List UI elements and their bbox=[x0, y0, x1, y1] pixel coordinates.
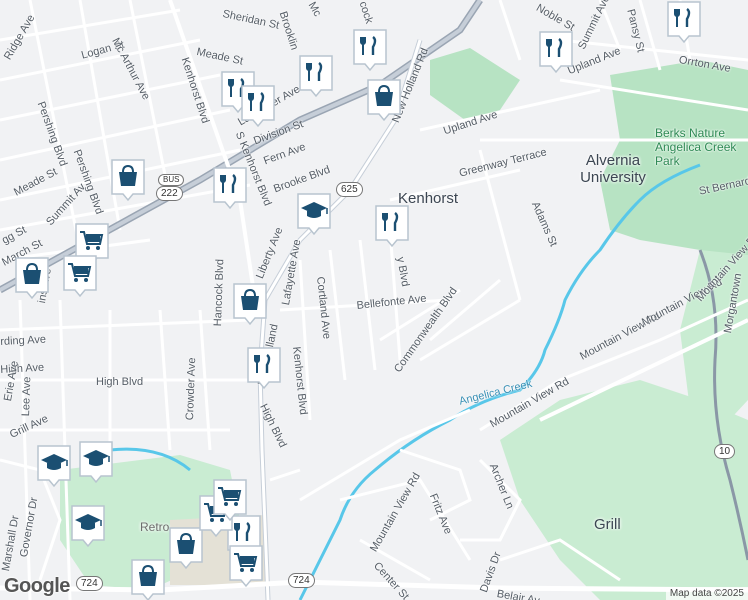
school-marker[interactable] bbox=[296, 192, 332, 236]
route-shield-bus: BUS bbox=[158, 174, 185, 186]
school-marker[interactable] bbox=[36, 444, 72, 488]
school-marker[interactable] bbox=[78, 440, 114, 484]
restaurant-marker[interactable] bbox=[240, 84, 276, 128]
google-logo: Google bbox=[4, 575, 70, 597]
map-canvas[interactable]: Kenhorst Alvernia University Berks Natur… bbox=[0, 0, 748, 600]
street-label: rding Ave bbox=[0, 333, 47, 348]
street-label: Hancock Blvd bbox=[212, 258, 227, 327]
route-shield-222: 222 bbox=[156, 186, 183, 201]
route-shield-724: 724 bbox=[288, 573, 315, 588]
restaurant-marker[interactable] bbox=[666, 0, 702, 44]
restaurant-marker[interactable] bbox=[246, 346, 282, 390]
place-berks-nature-park[interactable]: Berks Nature Angelica Creek Park bbox=[655, 126, 748, 168]
street-label: Crowder Ave bbox=[184, 357, 199, 421]
grocery-marker[interactable] bbox=[228, 544, 264, 588]
school-marker[interactable] bbox=[70, 504, 106, 548]
map-attribution[interactable]: Map data ©2025 bbox=[665, 587, 748, 600]
shopping-marker[interactable] bbox=[366, 78, 402, 122]
place-alvernia-university[interactable]: Alvernia University bbox=[568, 152, 658, 186]
grocery-marker[interactable] bbox=[212, 478, 248, 522]
restaurant-marker[interactable] bbox=[374, 204, 410, 248]
street-label: High Blvd bbox=[96, 376, 144, 388]
grocery-marker[interactable] bbox=[62, 254, 98, 298]
place-grill[interactable]: Grill bbox=[594, 516, 621, 533]
route-shield-625: 625 bbox=[336, 182, 363, 197]
restaurant-marker[interactable] bbox=[298, 54, 334, 98]
shopping-marker[interactable] bbox=[130, 558, 166, 600]
shopping-marker[interactable] bbox=[232, 282, 268, 326]
restaurant-marker[interactable] bbox=[352, 28, 388, 72]
route-shield-724: 724 bbox=[76, 576, 103, 591]
street-label: Lee Ave bbox=[20, 376, 34, 417]
restaurant-marker[interactable] bbox=[538, 30, 574, 74]
shopping-marker[interactable] bbox=[14, 256, 50, 300]
place-retro[interactable]: Retro bbox=[140, 520, 169, 534]
route-shield-10: 10 bbox=[714, 444, 736, 459]
restaurant-marker[interactable] bbox=[212, 166, 248, 210]
shopping-marker[interactable] bbox=[110, 158, 146, 202]
